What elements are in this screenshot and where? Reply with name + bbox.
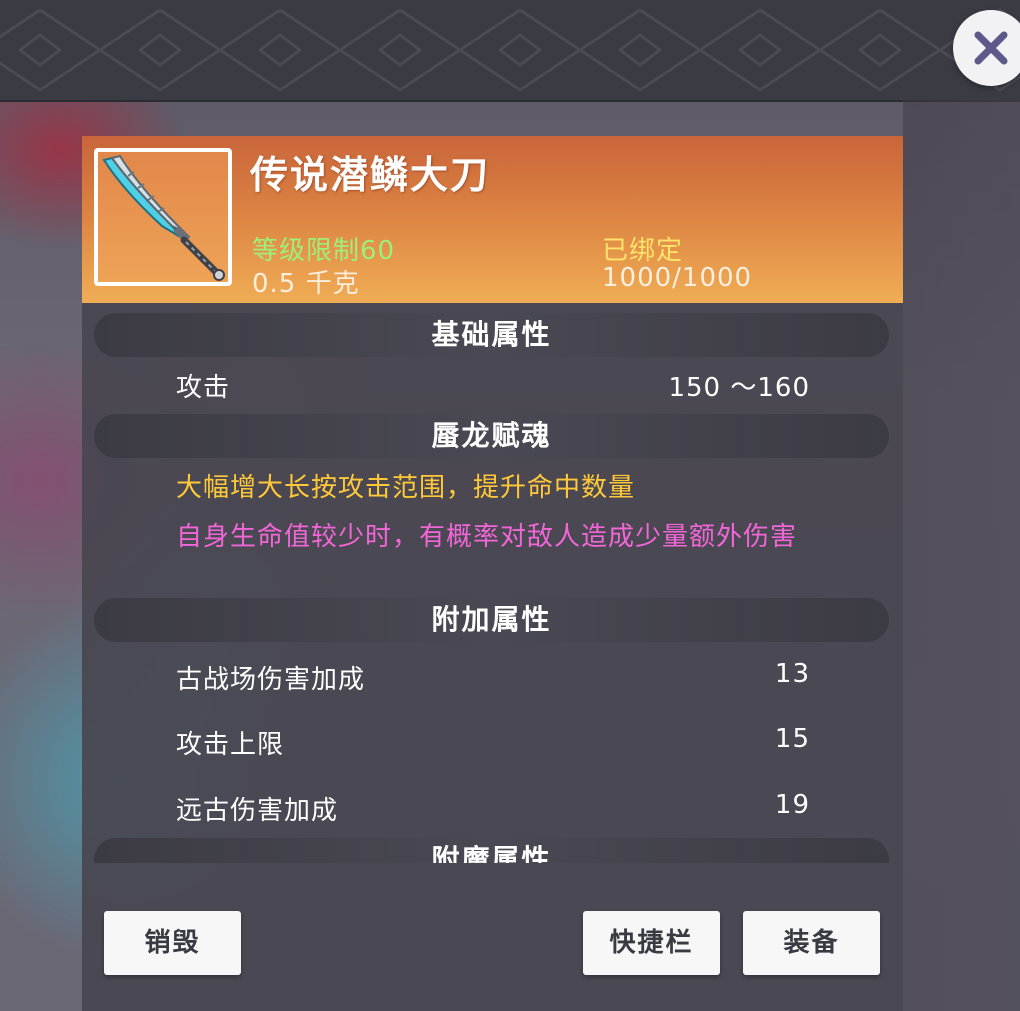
top-bar [0, 0, 1020, 102]
destroy-button[interactable]: 销毁 [104, 911, 241, 975]
level-requirement: 等级限制60 [252, 236, 396, 266]
equip-button[interactable]: 装备 [743, 911, 880, 975]
section-soul-title: 蜃龙赋魂 [94, 414, 889, 458]
attr-ancient-battlefield-label: 古战场伤害加成 [176, 665, 366, 695]
section-extra-title: 附加属性 [94, 598, 889, 642]
attr-attack-label: 攻击 [176, 373, 231, 403]
item-durability: 1000/1000 [602, 263, 753, 293]
soul-effect-1: 大幅增大长按攻击范围，提升命中数量 [176, 473, 636, 503]
item-icon-frame [94, 148, 232, 286]
section-enchant-title: 附魔属性 [94, 838, 889, 863]
broadsword-icon [102, 154, 225, 281]
soul-effect-2: 自身生命值较少时，有概率对敌人造成少量额外伤害 [176, 522, 798, 552]
background-shade [903, 100, 1020, 1011]
item-detail-panel: 传说潜鳞大刀 等级限制60 已绑定 0.5 千克 1000/1000 基础属性 … [82, 136, 903, 1011]
attr-ancient-damage-value: 19 [774, 790, 810, 820]
item-weight: 0.5 千克 [252, 269, 360, 299]
attributes-scroll-area[interactable]: 基础属性 攻击 150 ～160 蜃龙赋魂 大幅增大长按攻击范围，提升命中数量 … [82, 303, 903, 863]
item-name: 传说潜鳞大刀 [250, 153, 491, 197]
ornament-pattern [0, 8, 1020, 92]
close-icon [974, 31, 1008, 65]
bound-status: 已绑定 [602, 236, 684, 266]
section-basic-title: 基础属性 [94, 313, 889, 357]
item-header: 传说潜鳞大刀 等级限制60 已绑定 0.5 千克 1000/1000 [82, 136, 903, 303]
close-button[interactable] [953, 10, 1020, 86]
attr-attack-value: 150 ～160 [668, 373, 810, 403]
attr-attack-cap-label: 攻击上限 [176, 730, 285, 760]
attr-attack-cap-value: 15 [774, 724, 810, 754]
attr-ancient-damage-label: 远古伤害加成 [176, 796, 339, 826]
hotbar-button[interactable]: 快捷栏 [583, 911, 720, 975]
attr-ancient-battlefield-value: 13 [774, 659, 810, 689]
